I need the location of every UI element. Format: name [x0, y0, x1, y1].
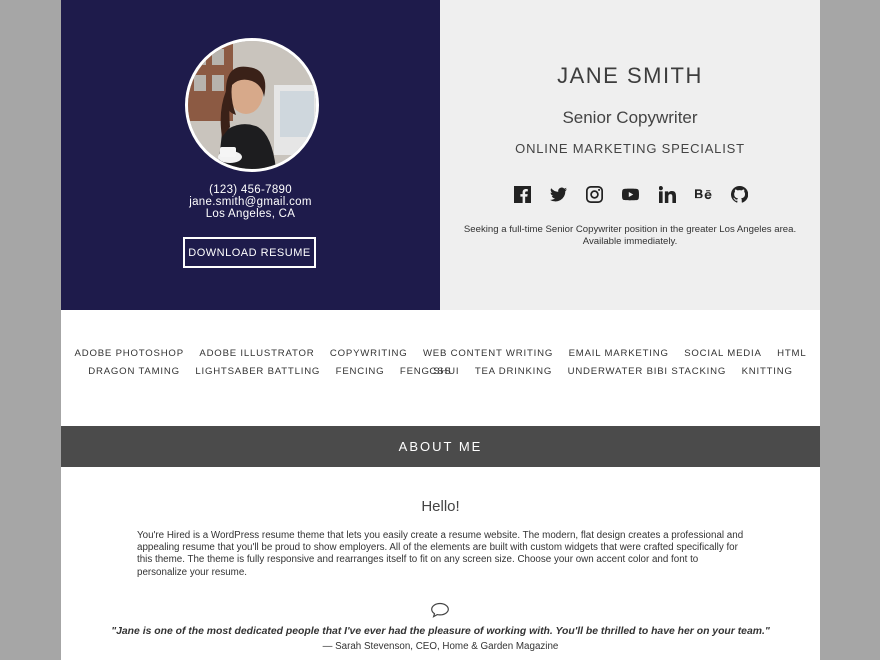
- behance-icon[interactable]: [695, 185, 713, 203]
- avatar: [185, 38, 319, 172]
- skill-tag: ADOBE ILLUSTRATOR: [199, 348, 315, 359]
- skills-row-1: ADOBE PHOTOSHOP ADOBE ILLUSTRATOR COPYWR…: [61, 345, 820, 377]
- social-links: [513, 184, 749, 204]
- linkedin-icon[interactable]: [658, 185, 676, 203]
- skill-tag: EMAIL MARKETING: [568, 348, 669, 359]
- contact-info: (123) 456-7890 jane.smith@gmail.com Los …: [61, 184, 440, 220]
- skill-tag: FENCING: [335, 366, 385, 377]
- profile-photo: [188, 41, 316, 169]
- testimonial-quote: "Jane is one of the most dedicated peopl…: [111, 626, 770, 637]
- download-resume-button[interactable]: DOWNLOAD RESUME: [183, 237, 316, 268]
- profile-panel: (123) 456-7890 jane.smith@gmail.com Los …: [61, 0, 440, 310]
- skill-tag: WEB CONTENT WRITING: [422, 348, 554, 359]
- skill-tag: UNDERWATER BIBI STACKING: [567, 366, 727, 377]
- skill-tag: HTML: [777, 348, 807, 359]
- speech-bubble-icon: [430, 602, 450, 618]
- specialty: ONLINE MARKETING SPECIALIST: [515, 141, 745, 156]
- youtube-icon[interactable]: [622, 185, 640, 203]
- job-title: Senior Copywriter: [562, 108, 698, 127]
- skill-tag: ADOBE PHOTOSHOP: [74, 348, 184, 359]
- person-name: JANE SMITH: [557, 63, 703, 88]
- intro-panel: JANE SMITH Senior Copywriter ONLINE MARK…: [440, 0, 820, 310]
- about-greeting: Hello!: [421, 498, 460, 515]
- about-section-header: ABOUT ME: [61, 426, 820, 467]
- location: Los Angeles, CA: [205, 208, 296, 220]
- skill-tag: SOCIAL MEDIA: [684, 348, 762, 359]
- email-address[interactable]: jane.smith@gmail.com: [61, 196, 440, 208]
- testimonial-author: — Sarah Stevenson, CEO, Home & Garden Ma…: [322, 641, 559, 652]
- skills-list: ADOBE PHOTOSHOP ADOBE ILLUSTRATOR COPYWR…: [61, 345, 820, 381]
- skill-tag: COPYWRITING: [329, 348, 408, 359]
- skill-tag: LIGHTSABER BATTLING: [195, 366, 321, 377]
- github-icon[interactable]: [731, 185, 749, 203]
- twitter-icon[interactable]: [549, 185, 567, 203]
- about-body: You're Hired is a WordPress resume theme…: [137, 530, 744, 578]
- resume-page: (123) 456-7890 jane.smith@gmail.com Los …: [61, 0, 820, 660]
- job-seeking-statement: Seeking a full-time Senior Copywriter po…: [463, 224, 797, 247]
- facebook-icon[interactable]: [513, 185, 531, 203]
- skills-row-2: DRAGON TAMING LIGHTSABER BATTLING FENCIN…: [61, 363, 820, 381]
- skill-tag: DRAGON TAMING: [88, 366, 180, 377]
- instagram-icon[interactable]: [586, 185, 604, 203]
- skill-tag: TEA DRINKING: [474, 366, 553, 377]
- phone-number: (123) 456-7890: [209, 184, 292, 196]
- skill-tag: FENG SHUI: [399, 366, 460, 377]
- skill-tag: KNITTING: [741, 366, 793, 377]
